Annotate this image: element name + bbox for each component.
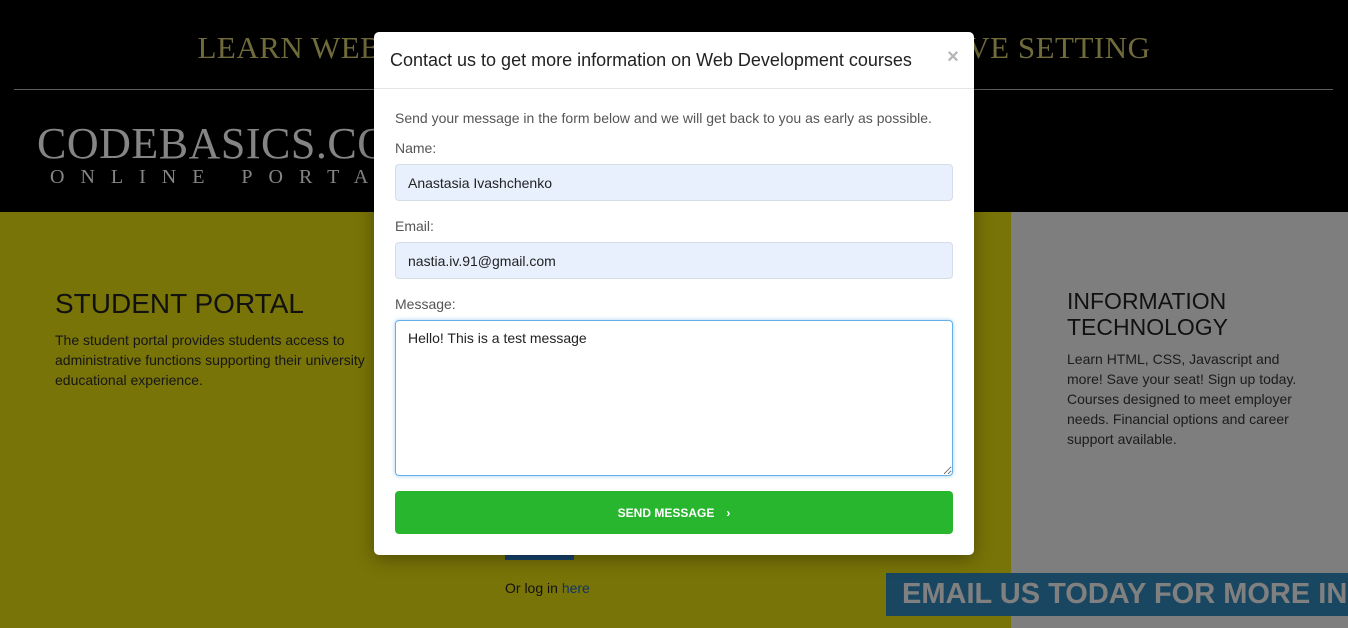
message-label: Message: — [395, 296, 456, 312]
modal-header: Contact us to get more information on We… — [374, 32, 974, 89]
email-field[interactable] — [395, 242, 953, 279]
email-label: Email: — [395, 218, 434, 234]
modal-intro-text: Send your message in the form below and … — [395, 110, 932, 126]
send-message-button[interactable]: SEND MESSAGE › — [395, 491, 953, 534]
chevron-right-icon: › — [726, 505, 731, 520]
modal-title: Contact us to get more information on We… — [390, 50, 912, 70]
message-field[interactable]: Hello! This is a test message — [395, 320, 953, 476]
close-icon[interactable]: × — [945, 46, 961, 68]
name-field[interactable] — [395, 164, 953, 201]
send-message-label: SEND MESSAGE — [617, 505, 715, 520]
name-label: Name: — [395, 140, 437, 156]
contact-modal: Contact us to get more information on We… — [374, 32, 974, 555]
